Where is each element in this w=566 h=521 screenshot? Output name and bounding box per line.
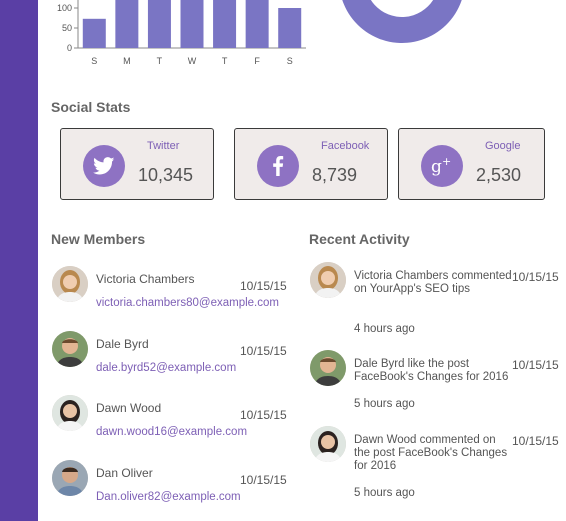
x-tick-label: W: [188, 56, 197, 66]
activity-date: 10/15/15: [512, 358, 559, 372]
bar[interactable]: [147, 0, 171, 48]
bar[interactable]: [278, 8, 302, 48]
activity-text: Dawn Wood commented on the post FaceBook…: [354, 434, 508, 472]
member-avatar: [52, 460, 88, 496]
traffic-bar-chart: 100 50 0 S M T W T F S: [57, 0, 306, 66]
member-email[interactable]: Dan.oliver82@example.com: [96, 491, 241, 503]
member-name: Victoria Chambers: [96, 272, 195, 286]
activity-item[interactable]: Victoria Chambers commented on YourApp's…: [310, 262, 560, 340]
svg-text:g: g: [431, 157, 442, 177]
member-date: 10/15/15: [240, 408, 287, 422]
activity-avatar: [310, 262, 346, 298]
donut-slice[interactable]: [339, 0, 465, 43]
x-tick-label: T: [222, 56, 228, 66]
twitter-label: Twitter: [147, 140, 180, 152]
google-plus-icon: g +: [421, 145, 463, 187]
member-email[interactable]: victoria.chambers80@example.com: [96, 297, 279, 309]
donut-chart: [339, 0, 465, 43]
activity-avatar: [310, 350, 346, 386]
activity-date: 10/15/15: [512, 434, 559, 448]
bar[interactable]: [245, 0, 269, 48]
google-label: Google: [485, 140, 521, 152]
new-members-title: New Members: [51, 231, 146, 247]
facebook-label: Facebook: [321, 140, 370, 152]
member-avatar: [52, 331, 88, 367]
bar[interactable]: [82, 18, 106, 48]
activity-avatar: [310, 426, 346, 462]
member-item[interactable]: Victoria Chambers 10/15/15 victoria.cham…: [52, 266, 292, 314]
member-date: 10/15/15: [240, 279, 287, 293]
bar[interactable]: [115, 0, 139, 48]
member-item[interactable]: Dan Oliver 10/15/15 Dan.oliver82@example…: [52, 460, 292, 508]
member-date: 10/15/15: [240, 473, 287, 487]
activity-text: Victoria Chambers commented on YourApp's…: [354, 270, 512, 295]
member-item[interactable]: Dale Byrd 10/15/15 dale.byrd52@example.c…: [52, 331, 292, 379]
x-tick-label: M: [123, 56, 131, 66]
x-tick-label: S: [287, 56, 293, 66]
member-item[interactable]: Dawn Wood 10/15/15 dawn.wood16@example.c…: [52, 395, 292, 443]
member-name: Dale Byrd: [96, 337, 149, 351]
member-name: Dawn Wood: [96, 401, 162, 415]
bar[interactable]: [213, 0, 237, 48]
member-name: Dan Oliver: [96, 466, 153, 480]
y-tick-label: 50: [62, 23, 72, 33]
activity-time: 5 hours ago: [354, 398, 415, 410]
social-stats-title: Social Stats: [51, 99, 131, 115]
activity-text: Dale Byrd like the post FaceBook's Chang…: [354, 358, 509, 383]
google-count: 2,530: [476, 165, 522, 185]
google-card[interactable]: g + Google 2,530: [398, 128, 545, 200]
bar[interactable]: [180, 0, 204, 48]
activity-time: 4 hours ago: [354, 323, 415, 335]
svg-text:+: +: [442, 155, 451, 168]
activity-date: 10/15/15: [512, 270, 559, 284]
member-avatar: [52, 395, 88, 431]
x-tick-label: F: [254, 56, 260, 66]
recent-activity-title: Recent Activity: [309, 231, 410, 247]
dashboard-content: 100 50 0 S M T W T F S Social Stats Twitter 10,34…: [38, 0, 566, 521]
x-tick-label: T: [157, 56, 163, 66]
x-tick-label: S: [91, 56, 97, 66]
activity-time: 5 hours ago: [354, 487, 415, 499]
twitter-card[interactable]: Twitter 10,345: [60, 128, 214, 200]
activity-item[interactable]: Dale Byrd like the post FaceBook's Chang…: [310, 350, 560, 416]
twitter-count: 10,345: [138, 165, 194, 185]
twitter-icon: [83, 145, 125, 187]
y-tick-label: 0: [67, 43, 72, 53]
y-tick-label: 100: [57, 3, 72, 13]
member-email[interactable]: dale.byrd52@example.com: [96, 362, 236, 374]
member-email[interactable]: dawn.wood16@example.com: [96, 426, 247, 438]
sidebar: [0, 0, 38, 521]
facebook-icon: [257, 145, 299, 187]
facebook-card[interactable]: Facebook 8,739: [234, 128, 388, 200]
member-date: 10/15/15: [240, 344, 287, 358]
activity-item[interactable]: Dawn Wood commented on the post FaceBook…: [310, 426, 560, 506]
facebook-count: 8,739: [312, 165, 358, 185]
member-avatar: [52, 266, 88, 302]
